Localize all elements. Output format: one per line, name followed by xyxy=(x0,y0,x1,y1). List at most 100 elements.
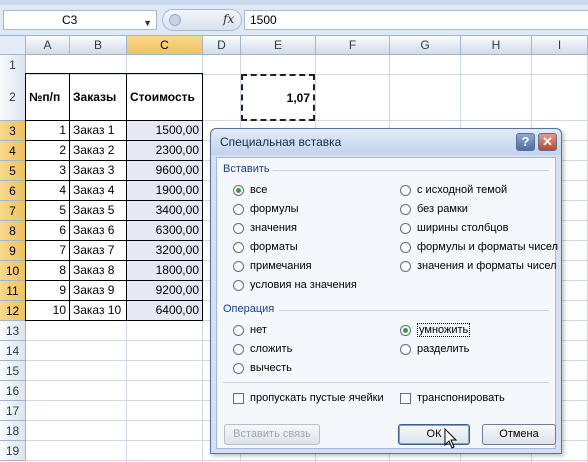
column-header-h[interactable]: H xyxy=(461,36,532,55)
table-cell-cost[interactable]: 1800,00 xyxy=(126,260,203,281)
table-cell-cost[interactable]: 1900,00 xyxy=(126,180,203,201)
radio-button[interactable] xyxy=(233,362,244,374)
table-cell-order[interactable]: Заказ 4 xyxy=(69,180,127,201)
transpose-checkbox[interactable]: транспонировать xyxy=(400,390,505,406)
radio-button[interactable] xyxy=(233,184,244,196)
table-cell-order[interactable]: Заказ 6 xyxy=(69,220,127,241)
radio-button[interactable] xyxy=(400,184,411,196)
row-header-4[interactable]: 4 xyxy=(0,141,26,161)
paste-radio-2[interactable]: значения xyxy=(233,220,297,236)
radio-button[interactable] xyxy=(233,203,244,215)
table-cell-cost[interactable]: 6300,00 xyxy=(126,220,203,241)
table-cell-number[interactable]: 10 xyxy=(25,300,70,321)
radio-button[interactable] xyxy=(400,260,411,272)
table-cell-order[interactable]: Заказ 10 xyxy=(69,300,127,321)
table-cell-order[interactable]: Заказ 9 xyxy=(69,280,127,301)
column-header-a[interactable]: A xyxy=(26,36,70,55)
radio-button[interactable] xyxy=(233,222,244,234)
paste-extra-radio-3[interactable]: формулы и форматы чисел xyxy=(400,239,558,255)
row-header-10[interactable]: 10 xyxy=(0,261,26,281)
column-header-e[interactable]: E xyxy=(241,36,316,55)
operation-radio-0[interactable]: умножить xyxy=(400,322,471,338)
paste-extra-radio-1[interactable]: без рамки xyxy=(400,201,468,217)
paste-extra-radio-2[interactable]: ширины столбцов xyxy=(400,220,508,236)
checkbox-box[interactable] xyxy=(233,392,244,404)
paste-radio-4[interactable]: примечания xyxy=(233,258,312,274)
row-header-7[interactable]: 7 xyxy=(0,201,26,221)
formula-input[interactable]: 1500 xyxy=(244,10,588,30)
paste-radio-1[interactable]: формулы xyxy=(233,201,299,217)
table-cell-cost[interactable]: 3200,00 xyxy=(126,240,203,261)
column-header-i[interactable]: I xyxy=(532,36,588,55)
ok-button[interactable]: ОК xyxy=(398,424,470,445)
table-cell-cost[interactable]: 9200,00 xyxy=(126,280,203,301)
radio-button[interactable] xyxy=(400,241,411,253)
row-header-19[interactable]: 19 xyxy=(0,441,26,461)
table-cell-number[interactable]: 1 xyxy=(25,120,70,141)
operation-l-radio-1[interactable]: сложить xyxy=(233,341,292,357)
table-cell-cost[interactable]: 6400,00 xyxy=(126,300,203,321)
table-cell-number[interactable]: 7 xyxy=(25,240,70,261)
resize-handle[interactable] xyxy=(169,14,181,26)
row-header-13[interactable]: 13 xyxy=(0,321,26,341)
column-header-d[interactable]: D xyxy=(203,36,241,55)
radio-button[interactable] xyxy=(400,203,411,215)
table-cell-order[interactable]: Заказ 7 xyxy=(69,240,127,261)
table-cell-number[interactable]: 3 xyxy=(25,160,70,181)
table-cell-order[interactable]: Заказ 5 xyxy=(69,200,127,221)
table-header-cell[interactable]: Заказы xyxy=(69,73,127,121)
row-header-18[interactable]: 18 xyxy=(0,421,26,441)
radio-button[interactable] xyxy=(400,324,411,336)
row-header-17[interactable]: 17 xyxy=(0,401,26,421)
row-header-3[interactable]: 3 xyxy=(0,121,26,141)
table-cell-number[interactable]: 9 xyxy=(25,280,70,301)
chevron-down-icon[interactable]: ▼ xyxy=(143,14,152,32)
table-cell-order[interactable]: Заказ 2 xyxy=(69,140,127,161)
table-cell-cost[interactable]: 1500,00 xyxy=(126,120,203,141)
table-cell-number[interactable]: 8 xyxy=(25,260,70,281)
table-header-cell[interactable]: Стоимость xyxy=(126,73,203,121)
table-cell-cost[interactable]: 3400,00 xyxy=(126,200,203,221)
radio-button[interactable] xyxy=(233,279,244,291)
radio-button[interactable] xyxy=(400,343,411,355)
name-box[interactable]: C3 ▼ xyxy=(3,10,157,30)
table-cell-order[interactable]: Заказ 8 xyxy=(69,260,127,281)
operation-radio-1[interactable]: разделить xyxy=(400,341,469,357)
row-header-5[interactable]: 5 xyxy=(0,161,26,181)
paste-radio-5[interactable]: условия на значения xyxy=(233,277,357,293)
table-cell-cost[interactable]: 2300,00 xyxy=(126,140,203,161)
column-header-b[interactable]: B xyxy=(70,36,127,55)
select-all-corner[interactable] xyxy=(0,36,26,55)
close-button[interactable]: ✕ xyxy=(538,133,557,151)
row-header-6[interactable]: 6 xyxy=(0,181,26,201)
row-header-14[interactable]: 14 xyxy=(0,341,26,361)
operation-l-radio-0[interactable]: нет xyxy=(233,322,267,338)
row-header-8[interactable]: 8 xyxy=(0,221,26,241)
operation-l-radio-2[interactable]: вычесть xyxy=(233,360,292,376)
row-header-9[interactable]: 9 xyxy=(0,241,26,261)
table-header-cell[interactable]: №п/п xyxy=(25,73,70,121)
radio-button[interactable] xyxy=(233,343,244,355)
radio-button[interactable] xyxy=(400,222,411,234)
table-cell-number[interactable]: 4 xyxy=(25,180,70,201)
row-header-1[interactable]: 1 xyxy=(0,55,26,75)
table-cell-number[interactable]: 6 xyxy=(25,220,70,241)
table-cell-order[interactable]: Заказ 1 xyxy=(69,120,127,141)
checkbox-box[interactable] xyxy=(400,392,411,404)
paste-radio-3[interactable]: форматы xyxy=(233,239,298,255)
table-cell-number[interactable]: 5 xyxy=(25,200,70,221)
paste-extra-radio-0[interactable]: с исходной темой xyxy=(400,182,507,198)
radio-button[interactable] xyxy=(233,260,244,272)
table-cell-order[interactable]: Заказ 3 xyxy=(69,160,127,181)
column-header-c[interactable]: C xyxy=(127,36,203,55)
cancel-button[interactable]: Отмена xyxy=(482,424,556,445)
paste-extra-radio-4[interactable]: значения и форматы чисел xyxy=(400,258,557,274)
paste-radio-0[interactable]: все xyxy=(233,182,267,198)
radio-button[interactable] xyxy=(233,324,244,336)
column-header-g[interactable]: G xyxy=(390,36,461,55)
row-header-2[interactable]: 2 xyxy=(0,74,26,121)
row-header-15[interactable]: 15 xyxy=(0,361,26,381)
row-header-11[interactable]: 11 xyxy=(0,281,26,301)
paste-link-button[interactable]: Вставить связь xyxy=(224,424,320,445)
table-cell-cost[interactable]: 9600,00 xyxy=(126,160,203,181)
